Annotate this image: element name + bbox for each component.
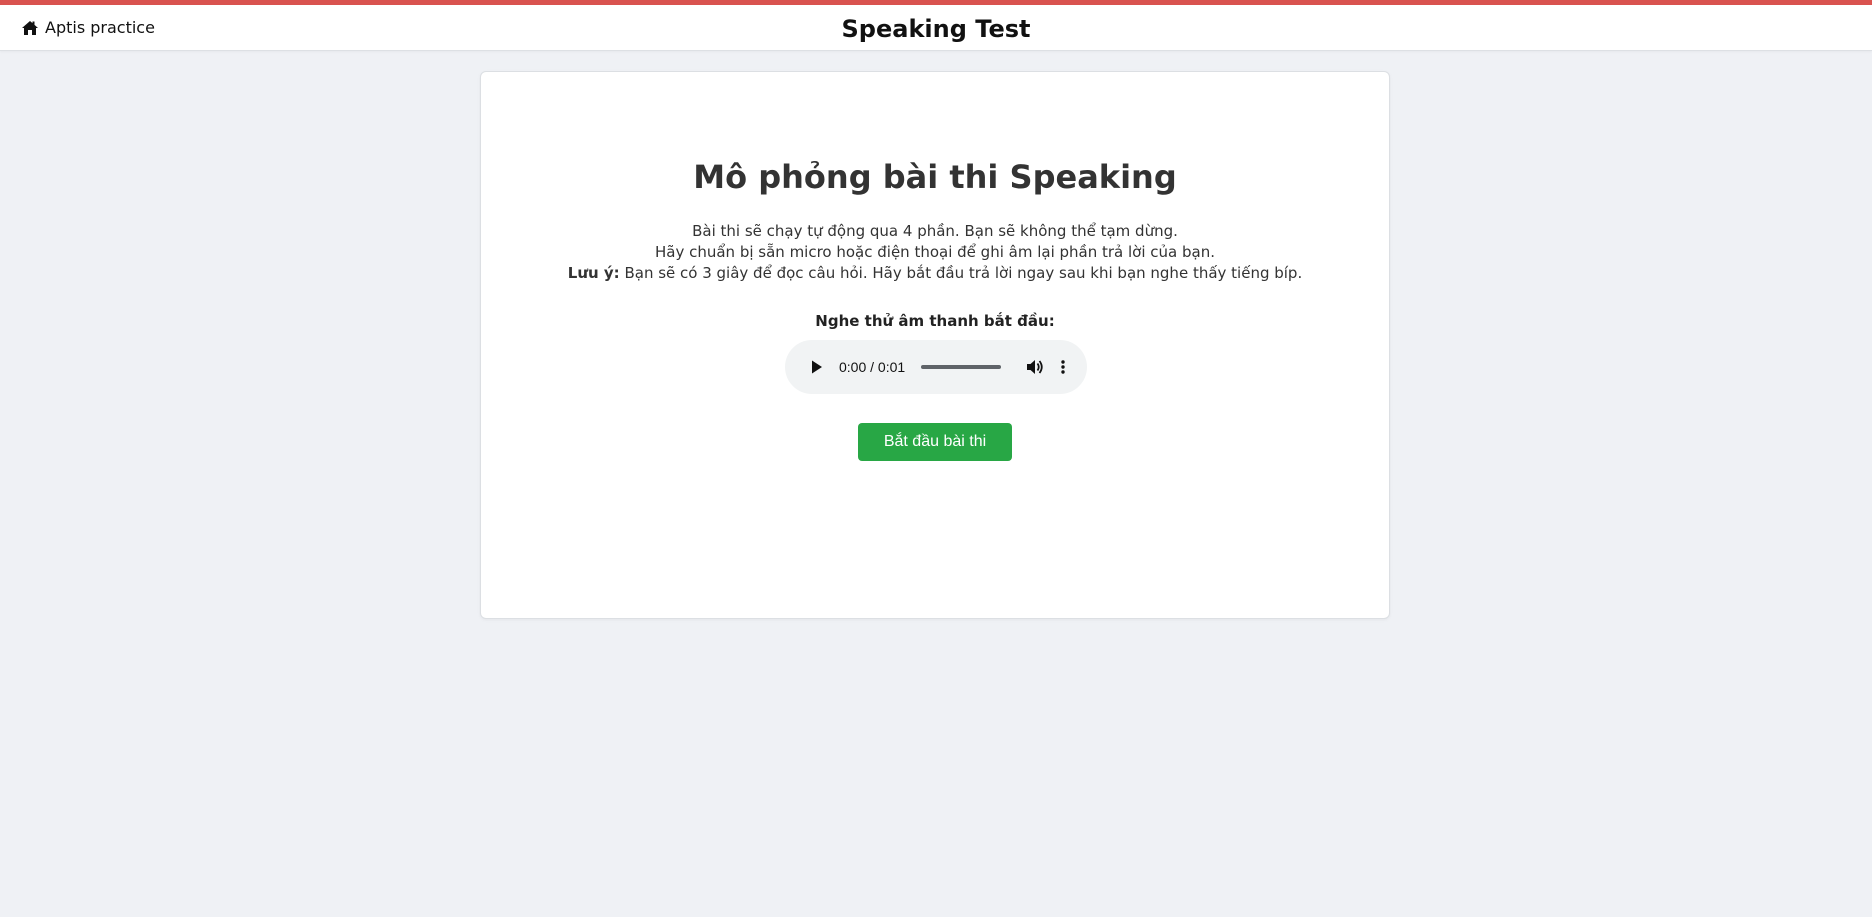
audio-time: 0:00 / 0:01 <box>839 359 906 375</box>
more-options-icon[interactable] <box>1055 355 1071 379</box>
page-header-title: Speaking Test <box>841 15 1031 43</box>
description-line-1: Bài thi sẽ chạy tự động qua 4 phần. Bạn … <box>692 222 1178 240</box>
note-label: Lưu ý: <box>567 264 620 282</box>
sound-test-label: Nghe thử âm thanh bắt đầu: <box>815 312 1055 330</box>
top-navbar: Aptis practice Speaking Test <box>0 0 1872 51</box>
note-text: Bạn sẽ có 3 giây để đọc câu hỏi. Hãy bắt… <box>619 264 1303 282</box>
intro-description: Bài thi sẽ chạy tự động qua 4 phần. Bạn … <box>481 221 1389 284</box>
intro-title: Mô phỏng bài thi Speaking <box>693 158 1177 196</box>
audio-player: 0:00 / 0:01 <box>785 340 1087 394</box>
note-line: Lưu ý: Bạn sẽ có 3 giây để đọc câu hỏi. … <box>481 263 1389 284</box>
intro-card: Mô phỏng bài thi Speaking Bài thi sẽ chạ… <box>480 71 1390 619</box>
audio-progress-bar[interactable] <box>921 365 1002 369</box>
volume-icon[interactable] <box>1023 355 1047 379</box>
description-line-2: Hãy chuẩn bị sẵn micro hoặc điện thoại đ… <box>654 243 1215 261</box>
play-icon[interactable] <box>805 355 829 379</box>
start-test-button[interactable]: Bắt đầu bài thi <box>858 423 1012 461</box>
